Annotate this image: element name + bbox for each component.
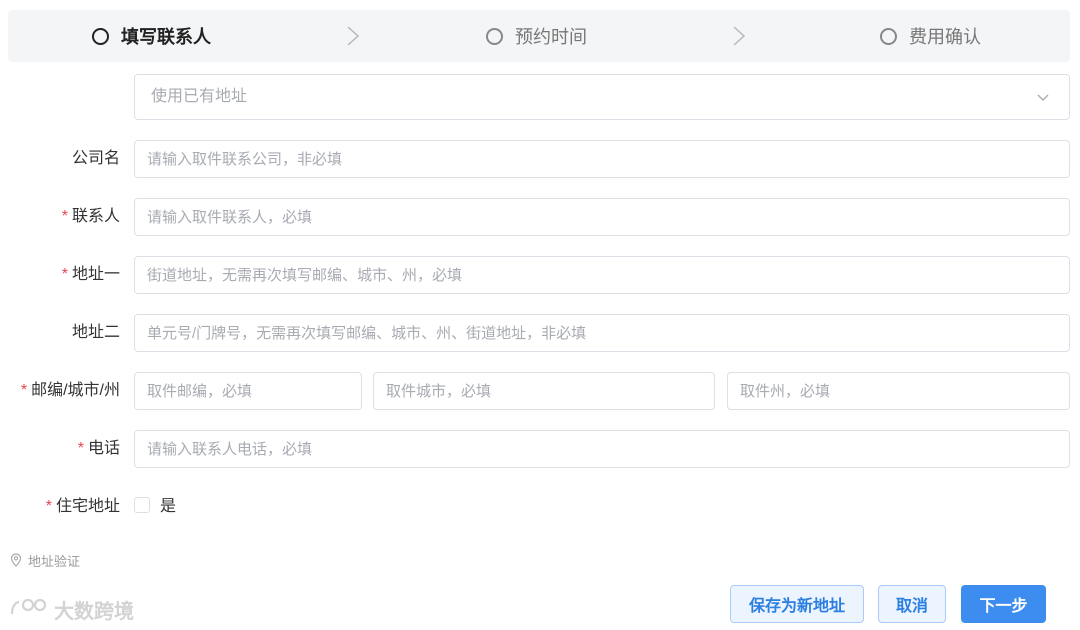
form-row-phone: * 电话 (0, 430, 1080, 468)
form-row-residential: * 住宅地址 是 (0, 488, 1080, 526)
required-asterisk: * (77, 440, 84, 457)
step-schedule-time[interactable]: 预约时间 (486, 10, 587, 62)
city-input[interactable] (373, 372, 715, 410)
zip-input[interactable] (134, 372, 362, 410)
chevron-right-icon (728, 25, 750, 47)
company-input[interactable] (134, 140, 1070, 178)
required-asterisk: * (20, 382, 28, 399)
contact-label: * 联系人 (61, 208, 120, 225)
phone-label: * 电话 (77, 440, 120, 457)
address2-input[interactable] (134, 314, 1070, 352)
watermark-logo-icon (10, 598, 47, 615)
watermark: 大数跨境 (10, 596, 134, 623)
chevron-right-icon (342, 25, 364, 47)
address-verify-label: 地址验证 (28, 553, 81, 569)
step-circle-icon (92, 27, 109, 45)
form-row-contact: * 联系人 (0, 198, 1080, 236)
address1-label: * 地址一 (61, 266, 120, 283)
watermark-text: 大数跨境 (54, 600, 134, 623)
zip-city-state-label: * 邮编/城市/州 (20, 382, 120, 399)
residential-checkbox[interactable] (134, 497, 150, 513)
step-label: 填写联系人 (121, 27, 211, 47)
location-pin-icon (10, 553, 22, 567)
step-label: 预约时间 (515, 27, 587, 47)
required-asterisk: * (61, 208, 68, 225)
step-circle-icon (880, 27, 897, 45)
save-new-address-button[interactable]: 保存为新地址 (730, 585, 864, 623)
step-fee-confirm[interactable]: 费用确认 (880, 10, 981, 62)
company-label: 公司名 (71, 150, 120, 167)
address1-input[interactable] (134, 256, 1070, 294)
address2-label: 地址二 (71, 324, 120, 341)
form-row-company: 公司名 (0, 140, 1080, 178)
chevron-down-icon (1035, 89, 1051, 105)
state-input[interactable] (727, 372, 1070, 410)
existing-address-select[interactable]: 使用已有地址 (134, 74, 1070, 120)
cancel-button[interactable]: 取消 (878, 585, 946, 623)
form-row-address1: * 地址一 (0, 256, 1080, 294)
required-asterisk: * (45, 498, 52, 515)
select-placeholder: 使用已有地址 (151, 88, 248, 105)
contact-input[interactable] (134, 198, 1070, 236)
step-fill-contact[interactable]: 填写联系人 (92, 10, 211, 62)
steps-bar: 填写联系人 预约时间 费用确认 (8, 10, 1070, 62)
form-row-zip-city-state: * 邮编/城市/州 (0, 372, 1080, 410)
step-label: 费用确认 (909, 27, 981, 47)
residential-option-label[interactable]: 是 (160, 488, 176, 526)
next-step-button[interactable]: 下一步 (961, 585, 1046, 623)
phone-input[interactable] (134, 430, 1070, 468)
form-row-address2: 地址二 (0, 314, 1080, 352)
step-circle-icon (486, 27, 503, 45)
required-asterisk: * (61, 266, 68, 283)
residential-label: * 住宅地址 (45, 498, 120, 515)
address-verify-link[interactable]: 地址验证 (10, 550, 80, 570)
